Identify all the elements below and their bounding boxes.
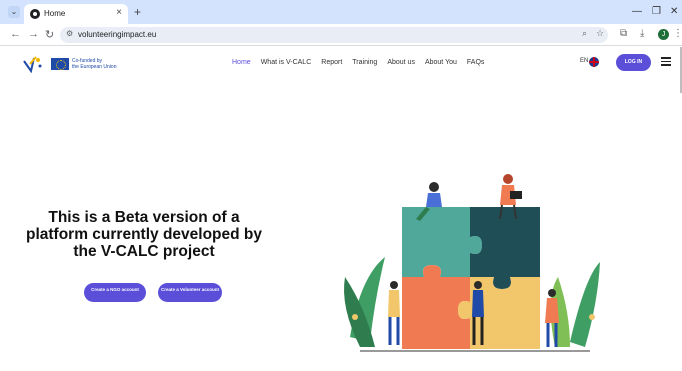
browser-toolbar: ← → ↻ ⚙ volunteeringimpact.eu ⌕ ☆ ⧉ ⤓ J … — [0, 24, 682, 46]
eu-funding-text: Co-funded by the European Union — [72, 58, 122, 70]
nav-home[interactable]: Home — [232, 59, 251, 66]
tab-close-icon[interactable]: × — [116, 7, 122, 18]
tab-search-icon[interactable]: ⌄ — [8, 6, 20, 18]
window-close-icon[interactable]: ✕ — [670, 6, 678, 17]
tab-title: Home — [44, 9, 66, 18]
extensions-icon[interactable]: ⧉ — [620, 28, 627, 39]
back-icon[interactable]: ← — [10, 28, 21, 40]
tab-favicon-icon — [30, 9, 40, 19]
create-volunteer-account-button[interactable]: Create a Volunteer account — [158, 283, 222, 302]
create-ngo-account-button[interactable]: Create a NGO account — [84, 283, 146, 302]
eu-flag-icon — [51, 58, 69, 70]
forward-icon[interactable]: → — [28, 28, 39, 40]
site-header: Co-funded by the European Union Home Wha… — [0, 47, 682, 81]
browser-tab-home[interactable]: Home × — [24, 4, 128, 24]
person-standing-left — [388, 281, 400, 345]
zoom-icon[interactable]: ⌕ — [582, 28, 587, 39]
nav-about-us[interactable]: About us — [387, 59, 415, 66]
download-icon[interactable]: ⤓ — [640, 28, 644, 39]
uk-flag-icon[interactable] — [589, 57, 599, 67]
browser-menu-icon[interactable]: ⋮ — [673, 28, 682, 39]
hero-title: This is a Beta version of a platform cur… — [26, 209, 262, 260]
puzzle-illustration — [344, 174, 600, 352]
web-page: Co-funded by the European Union Home Wha… — [0, 47, 682, 371]
nav-what-is-vcalc[interactable]: What is V-CALC — [261, 59, 312, 66]
main-nav: Home What is V-CALC Report Training Abou… — [232, 59, 484, 66]
language-label[interactable]: EN — [580, 58, 588, 64]
nav-report[interactable]: Report — [321, 59, 342, 66]
browser-tabstrip: ⌄ Home × + — ❐ ✕ — [0, 0, 682, 24]
bookmark-star-icon[interactable]: ☆ — [596, 28, 604, 39]
url-text[interactable]: volunteeringimpact.eu — [78, 30, 156, 39]
vcalc-logo-icon[interactable] — [22, 55, 44, 73]
nav-training[interactable]: Training — [352, 59, 377, 66]
leaf-right — [570, 262, 600, 347]
reload-icon[interactable]: ↻ — [45, 28, 54, 41]
menu-icon[interactable] — [661, 57, 671, 66]
minimize-icon[interactable]: — — [632, 6, 642, 17]
eu-text-line-2: the European Union — [72, 64, 117, 70]
nav-faqs[interactable]: FAQs — [467, 59, 485, 66]
address-bar[interactable]: ⚙ volunteeringimpact.eu ⌕ ☆ — [60, 27, 608, 43]
login-button[interactable]: LOG IN — [616, 54, 651, 71]
site-info-icon[interactable]: ⚙ — [66, 29, 73, 38]
profile-avatar[interactable]: J — [658, 29, 669, 40]
restore-icon[interactable]: ❐ — [652, 6, 661, 17]
nav-about-you[interactable]: About You — [425, 59, 457, 66]
new-tab-icon[interactable]: + — [134, 6, 141, 18]
